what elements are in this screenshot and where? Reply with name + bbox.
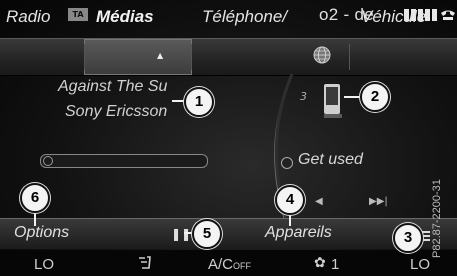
next-track-title: Get used (298, 151, 363, 168)
callout-5: 5 (192, 219, 222, 249)
figure-reference-text: P82.87-2200-31 (431, 179, 443, 258)
callout-1: 1 (184, 87, 214, 117)
track-title: Against The Su (58, 78, 168, 95)
next-track-icon[interactable]: ▶▶| (369, 196, 388, 207)
callout-6: 6 (20, 183, 50, 213)
seat-airflow-icon[interactable] (136, 254, 154, 272)
left-temperature[interactable]: LO (34, 256, 54, 273)
callout-4: 4 (275, 185, 305, 215)
progress-bar (40, 154, 208, 168)
ac-label: A/C (208, 256, 234, 273)
track-number: 3 (300, 90, 307, 103)
progress-handle (43, 156, 53, 166)
mobile-phone-icon (324, 84, 342, 118)
ac-status: OFF (233, 261, 252, 271)
previous-track-icon[interactable]: ◀ (315, 196, 323, 207)
callout-3: 3 (393, 223, 423, 253)
fan-level: 1 (331, 256, 340, 273)
figure-reference-code: P82.87-2200-31 (431, 179, 443, 258)
ac-button[interactable]: A/COFF (208, 256, 251, 273)
fan-icon[interactable]: ✿ (314, 255, 326, 271)
track-artist: Sony Ericsson (65, 103, 168, 120)
pause-icon[interactable]: ❚❚ (171, 227, 191, 241)
callout-2: 2 (360, 82, 390, 112)
options-button[interactable]: Options (14, 224, 69, 242)
media-screen: TA o2 - de Radio Médias ▲ Téléphone/ Véh… (0, 0, 457, 276)
devices-button[interactable]: Appareils (265, 224, 332, 242)
next-track-marker (281, 157, 293, 169)
